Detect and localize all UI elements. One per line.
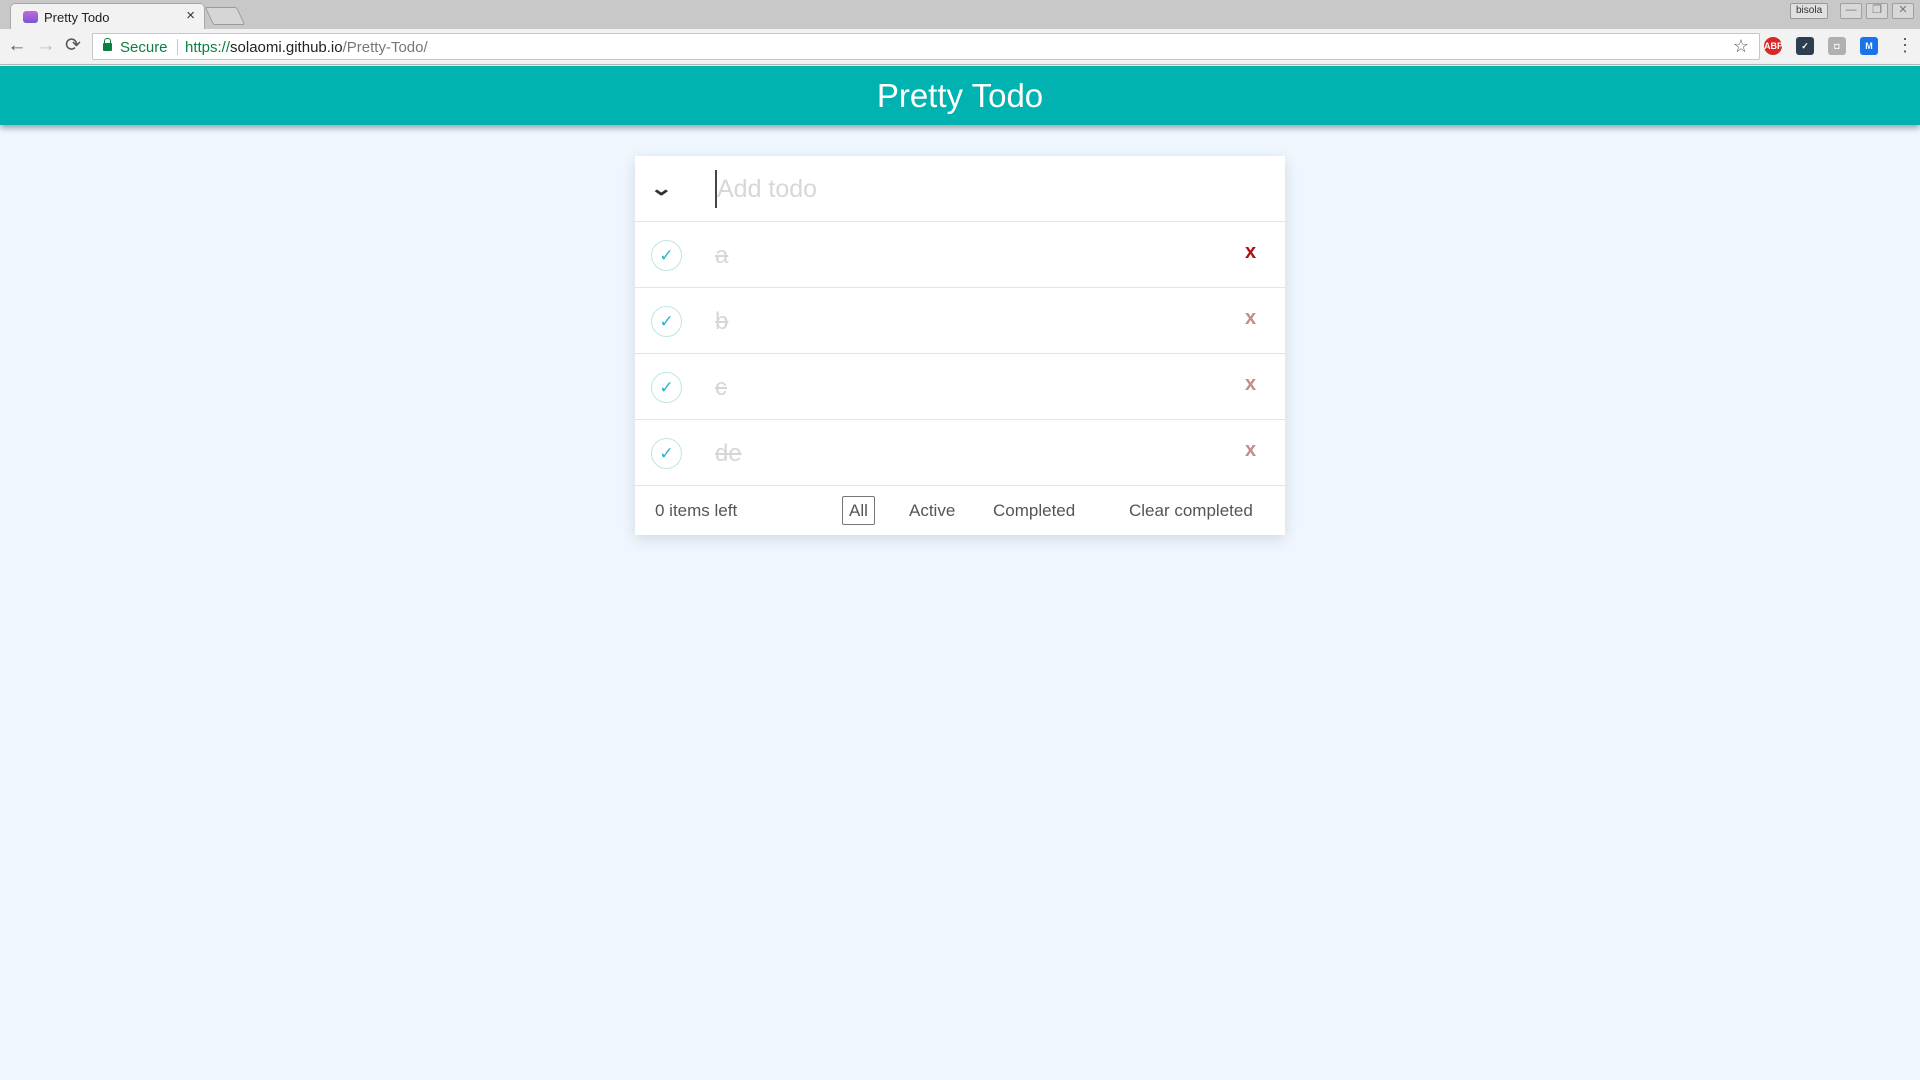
m-icon[interactable]: M (1860, 37, 1878, 55)
tab-strip: Pretty Todo × bisola — ❐ ✕ (0, 0, 1920, 29)
new-todo-input[interactable] (715, 170, 1265, 208)
bookmark-star-icon[interactable]: ☆ (1733, 36, 1749, 57)
filter-active[interactable]: Active (902, 496, 962, 525)
reload-icon[interactable]: ⟳ (62, 35, 84, 57)
filter-completed[interactable]: Completed (986, 496, 1082, 525)
android-icon[interactable]: ◘ (1828, 37, 1846, 55)
todo-footer: 0 items left All Active Completed Clear … (635, 486, 1285, 535)
todo-item[interactable]: ✓ a x (635, 222, 1285, 288)
clear-completed-button[interactable]: Clear completed (1129, 501, 1253, 521)
todo-checkbox-check-icon[interactable]: ✓ (651, 306, 682, 337)
todo-label: de (715, 440, 742, 467)
profile-chip[interactable]: bisola (1790, 3, 1829, 19)
todo-item[interactable]: ✓ de x (635, 420, 1285, 486)
new-todo-row: ⌄ (635, 156, 1285, 222)
todo-label: b (715, 308, 729, 335)
items-left-count: 0 items left (655, 501, 738, 520)
delete-todo-button[interactable]: x (1245, 307, 1256, 330)
tab-title: Pretty Todo (44, 10, 110, 25)
address-bar[interactable]: Secure https://solaomi.github.io/Pretty-… (92, 33, 1760, 60)
browser-toolbar: ← → ⟳ Secure https://solaomi.github.io/P… (0, 29, 1920, 65)
todo-checkbox-check-icon[interactable]: ✓ (651, 240, 682, 271)
page-title: Pretty Todo (876, 77, 1044, 114)
todo-item[interactable]: ✓ c x (635, 354, 1285, 420)
restore-button[interactable]: ❐ (1866, 3, 1888, 19)
filter-all[interactable]: All (842, 496, 875, 525)
close-window-button[interactable]: ✕ (1892, 3, 1914, 19)
browser-tab[interactable]: Pretty Todo × (10, 3, 205, 29)
url-host: solaomi.github.io (230, 39, 343, 56)
todo-label: c (715, 374, 727, 401)
favicon-icon (23, 11, 38, 23)
omnibox-divider (177, 39, 178, 55)
url-scheme: https:// (185, 39, 231, 56)
lock-icon (103, 38, 112, 51)
url-path: /Pretty-Todo/ (342, 39, 428, 56)
back-icon[interactable]: ← (6, 35, 28, 57)
adblock-icon[interactable]: ABP (1764, 37, 1783, 55)
delete-todo-button[interactable]: x (1245, 373, 1256, 396)
todo-card: ⌄ ✓ a x ✓ b x ✓ c x ✓ de x 0 items left All Active … (635, 156, 1285, 535)
toggle-all-chevron-icon[interactable]: ⌄ (650, 176, 673, 201)
url-text[interactable]: https://solaomi.github.io/Pretty-Todo/ (185, 39, 428, 56)
secure-label: Secure (120, 39, 168, 56)
app-header: Pretty Todo (0, 66, 1920, 125)
forward-icon[interactable]: → (35, 35, 57, 57)
new-tab-button[interactable] (204, 7, 246, 25)
minimize-button[interactable]: — (1840, 3, 1862, 19)
delete-todo-button[interactable]: x (1245, 439, 1256, 462)
browser-menu-icon[interactable]: ⋮ (1896, 35, 1914, 56)
todo-checkbox-check-icon[interactable]: ✓ (651, 372, 682, 403)
todo-item[interactable]: ✓ b x (635, 288, 1285, 354)
delete-todo-button[interactable]: x (1245, 241, 1256, 264)
extension-icon[interactable]: ✓ (1796, 37, 1814, 55)
todo-label: a (715, 242, 729, 269)
tab-close-icon[interactable]: × (186, 7, 195, 24)
todo-checkbox-check-icon[interactable]: ✓ (651, 438, 682, 469)
